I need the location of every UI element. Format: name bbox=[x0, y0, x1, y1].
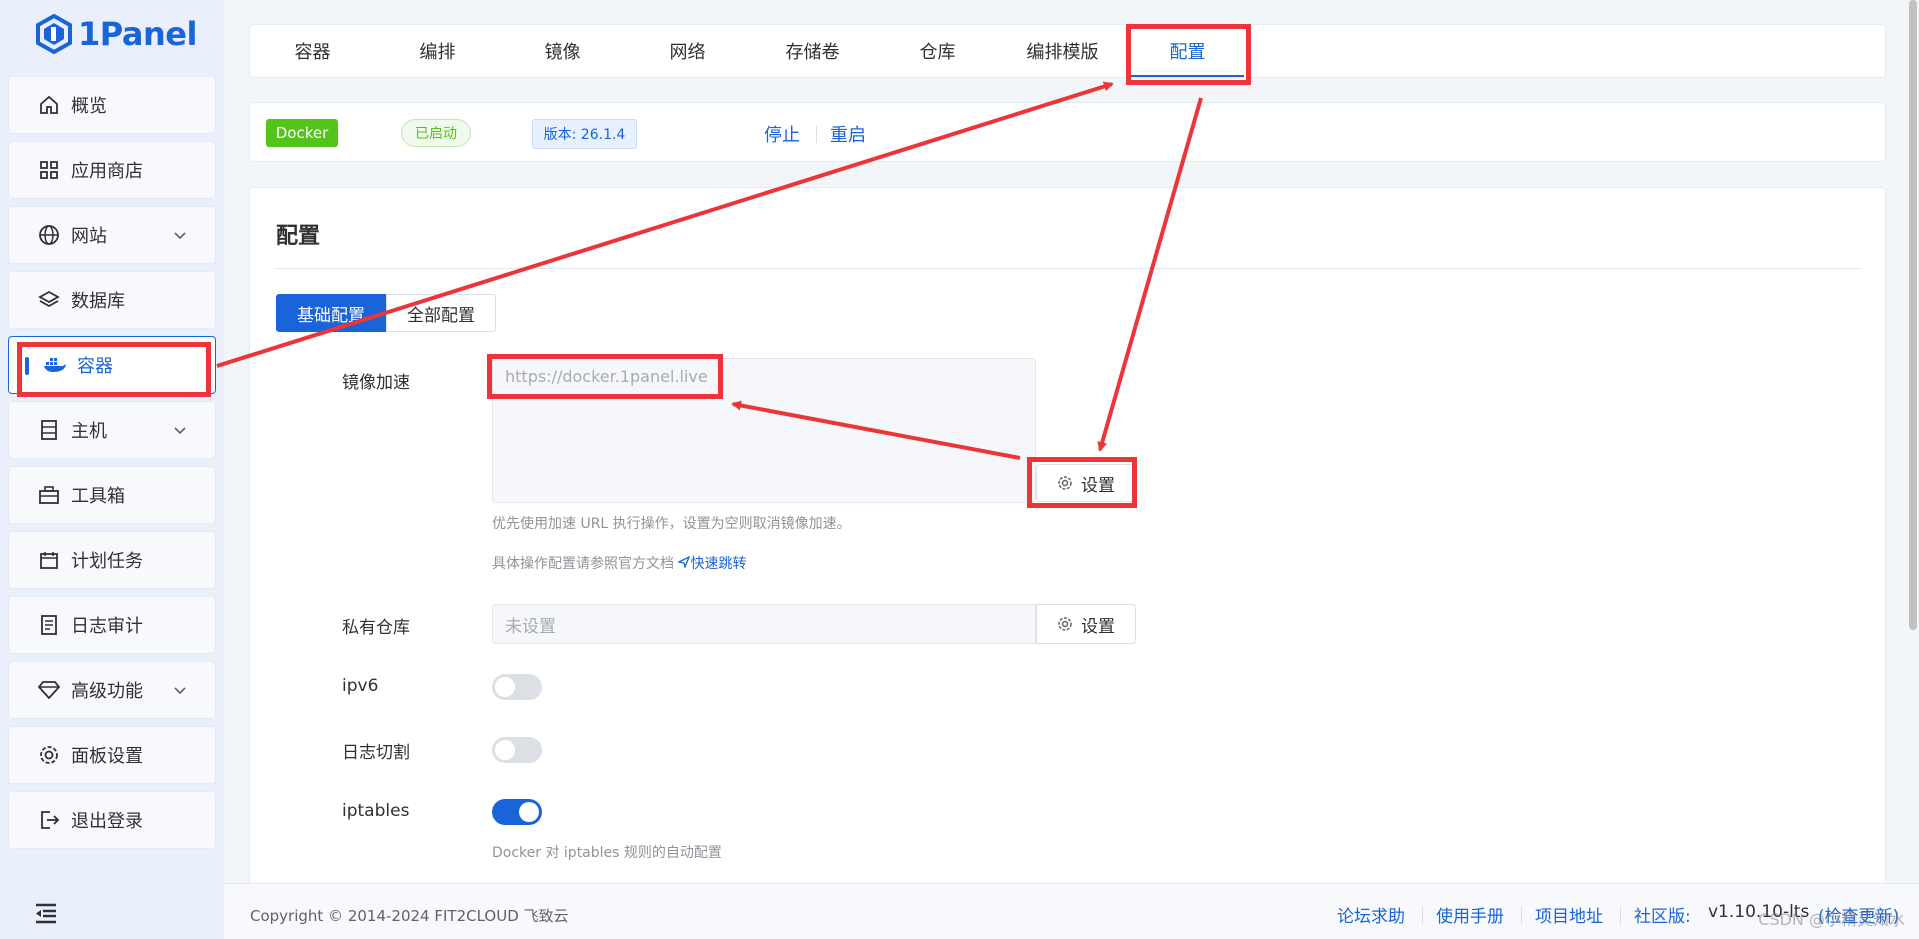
private-repo-label: 私有仓库 bbox=[342, 618, 410, 638]
edition-label: 社区版: bbox=[1634, 907, 1691, 927]
project-link[interactable]: 项目地址 bbox=[1535, 902, 1603, 927]
manual-link[interactable]: 使用手册 bbox=[1436, 902, 1504, 927]
sidebar-item-label: 面板设置 bbox=[71, 746, 143, 767]
iptables-hint: Docker 对 iptables 规则的自动配置 bbox=[492, 845, 722, 861]
divider bbox=[276, 268, 1861, 269]
sidebar-item-label: 网站 bbox=[71, 226, 107, 247]
logo-icon bbox=[36, 14, 72, 54]
sidebar-item-label: 工具箱 bbox=[71, 486, 125, 507]
tab-compose-templates[interactable]: 编排模版 bbox=[1000, 25, 1125, 77]
sidebar-item-advanced[interactable]: 高级功能 bbox=[8, 661, 216, 719]
home-icon bbox=[37, 93, 61, 117]
all-config-toggle[interactable]: 全部配置 bbox=[386, 294, 496, 332]
collapse-menu-icon[interactable] bbox=[34, 902, 58, 924]
divider bbox=[1521, 906, 1522, 924]
brand-logo[interactable]: 1Panel bbox=[36, 12, 197, 56]
iptables-toggle[interactable] bbox=[492, 799, 542, 825]
log-cut-label: 日志切割 bbox=[342, 743, 410, 763]
mirror-textarea[interactable]: https://docker.1panel.live bbox=[492, 358, 1036, 503]
footer: Copyright © 2014-2024 FIT2CLOUD 飞致云 论坛求助… bbox=[224, 883, 1919, 939]
tab-images[interactable]: 镜像 bbox=[500, 25, 625, 77]
iptables-label: iptables bbox=[342, 801, 410, 821]
sidebar-item-label: 退出登录 bbox=[71, 811, 143, 832]
sidebar-item-label: 容器 bbox=[77, 356, 113, 377]
restart-button[interactable]: 重启 bbox=[830, 121, 866, 147]
globe-icon bbox=[37, 223, 61, 247]
sidebar-item-logout[interactable]: 退出登录 bbox=[8, 791, 216, 849]
chevron-down-icon bbox=[174, 232, 186, 240]
sidebar-item-label: 日志审计 bbox=[71, 616, 143, 637]
sidebar-item-toolbox[interactable]: 工具箱 bbox=[8, 466, 216, 524]
sidebar-item-settings[interactable]: 面板设置 bbox=[8, 726, 216, 784]
config-panel: 配置 基础配置 全部配置 镜像加速 https://docker.1panel.… bbox=[249, 187, 1886, 887]
toolbox-icon bbox=[37, 483, 61, 507]
version-badge: 版本: 26.1.4 bbox=[532, 119, 637, 149]
sidebar-item-website[interactable]: 网站 bbox=[8, 206, 216, 264]
sidebar-item-host[interactable]: 主机 bbox=[8, 401, 216, 459]
container-tabbar: 容器 编排 镜像 网络 存储卷 仓库 编排模版 配置 bbox=[249, 24, 1886, 78]
diamond-icon bbox=[37, 678, 61, 702]
scrollbar[interactable] bbox=[1909, 0, 1917, 630]
ipv6-label: ipv6 bbox=[342, 676, 379, 696]
sidebar-item-label: 概览 bbox=[71, 96, 107, 117]
quick-jump-label: 快速跳转 bbox=[690, 556, 747, 572]
chevron-down-icon bbox=[174, 687, 186, 695]
mirror-hint: 优先使用加速 URL 执行操作，设置为空则取消镜像加速。 bbox=[492, 516, 851, 532]
sidebar-item-label: 高级功能 bbox=[71, 681, 143, 702]
docker-status-bar: Docker 已启动 版本: 26.1.4 停止 重启 bbox=[249, 102, 1886, 162]
gear-icon bbox=[37, 743, 61, 767]
gear-icon bbox=[1058, 617, 1072, 631]
docs-hint: 具体操作配置请参照官方文档 快速跳转 bbox=[492, 553, 746, 573]
sidebar-item-audit-log[interactable]: 日志审计 bbox=[8, 596, 216, 654]
sidebar-item-label: 应用商店 bbox=[71, 161, 143, 182]
server-icon bbox=[37, 418, 61, 442]
copyright: Copyright © 2014-2024 FIT2CLOUD 飞致云 bbox=[250, 907, 569, 925]
sidebar-item-container[interactable]: 容器 bbox=[8, 336, 216, 394]
sidebar-item-overview[interactable]: 概览 bbox=[8, 76, 216, 134]
tab-networks[interactable]: 网络 bbox=[625, 25, 750, 77]
logout-icon bbox=[37, 808, 61, 832]
quick-jump-link[interactable]: 快速跳转 bbox=[677, 555, 747, 572]
status-badge: 已启动 bbox=[401, 119, 471, 147]
tab-containers[interactable]: 容器 bbox=[250, 25, 375, 77]
mirror-set-label: 设置 bbox=[1081, 475, 1115, 496]
sidebar-item-label: 计划任务 bbox=[71, 551, 143, 572]
gear-icon bbox=[1058, 476, 1072, 490]
send-icon bbox=[677, 555, 691, 570]
sidebar-item-label: 主机 bbox=[71, 421, 107, 442]
private-repo-input[interactable]: 未设置 bbox=[492, 604, 1036, 644]
tab-config[interactable]: 配置 bbox=[1125, 25, 1250, 77]
forum-link[interactable]: 论坛求助 bbox=[1337, 902, 1405, 927]
divider bbox=[1422, 906, 1423, 924]
private-repo-set-button[interactable]: 设置 bbox=[1036, 604, 1136, 644]
basic-config-toggle[interactable]: 基础配置 bbox=[276, 294, 386, 332]
sidebar-item-label: 数据库 bbox=[71, 291, 125, 312]
sidebar: 1Panel 概览 应用商店 网站 数据库 容器 主机 工具箱 计划任务 日志审… bbox=[0, 0, 224, 939]
chevron-down-icon bbox=[174, 427, 186, 435]
tab-repositories[interactable]: 仓库 bbox=[875, 25, 1000, 77]
sidebar-item-database[interactable]: 数据库 bbox=[8, 271, 216, 329]
watermark: CSDN @小精灵知水 bbox=[1758, 910, 1905, 929]
divider bbox=[1620, 906, 1621, 924]
grid-icon bbox=[37, 158, 61, 182]
mirror-set-button[interactable]: 设置 bbox=[1036, 464, 1136, 502]
divider bbox=[816, 125, 817, 143]
document-icon bbox=[37, 613, 61, 637]
docker-icon bbox=[43, 353, 67, 377]
docs-hint-text: 具体操作配置请参照官方文档 bbox=[492, 556, 674, 572]
tab-volumes[interactable]: 存储卷 bbox=[750, 25, 875, 77]
calendar-icon bbox=[37, 548, 61, 572]
page-title: 配置 bbox=[276, 224, 321, 249]
mirror-label: 镜像加速 bbox=[342, 373, 410, 393]
tab-compose[interactable]: 编排 bbox=[375, 25, 500, 77]
log-cut-toggle[interactable] bbox=[492, 737, 542, 763]
engine-tag: Docker bbox=[266, 119, 338, 147]
private-repo-set-label: 设置 bbox=[1081, 616, 1115, 637]
ipv6-toggle[interactable] bbox=[492, 674, 542, 700]
sidebar-item-app-store[interactable]: 应用商店 bbox=[8, 141, 216, 199]
layers-icon bbox=[37, 288, 61, 312]
stop-button[interactable]: 停止 bbox=[764, 121, 800, 147]
brand-name: 1Panel bbox=[78, 15, 197, 53]
sidebar-item-cron[interactable]: 计划任务 bbox=[8, 531, 216, 589]
